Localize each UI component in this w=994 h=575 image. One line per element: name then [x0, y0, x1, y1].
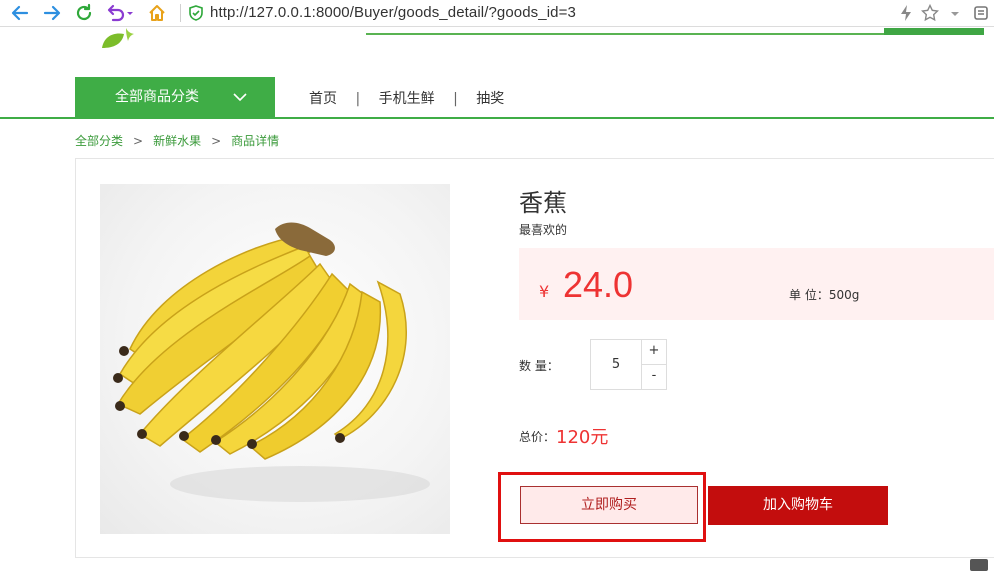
menu-icon[interactable] — [972, 4, 990, 22]
quantity-decrease-button[interactable]: - — [641, 364, 667, 390]
nav-fresh[interactable]: 手机生鲜 — [379, 88, 435, 108]
quantity-input[interactable]: 5 — [590, 339, 642, 390]
scroll-to-top-icon[interactable] — [968, 556, 990, 571]
breadcrumb-product-detail[interactable]: 商品详情 — [231, 134, 279, 148]
breadcrumb-arrow: > — [211, 134, 222, 148]
quantity-increase-button[interactable]: + — [641, 339, 667, 365]
quantity-label: 数 量： — [519, 359, 559, 373]
price-box: ¥ 24.0 单 位：500g — [519, 248, 994, 320]
nav-separator: | — [355, 91, 361, 107]
add-to-cart-button[interactable]: 加入购物车 — [708, 486, 888, 525]
product-image — [100, 184, 450, 534]
nav-lottery[interactable]: 抽奖 — [476, 88, 504, 108]
header-divider — [0, 117, 994, 119]
home-icon[interactable] — [147, 3, 167, 23]
undo-icon[interactable] — [105, 3, 135, 23]
secure-shield-icon — [188, 5, 204, 21]
nav-home[interactable]: 首页 — [309, 88, 337, 108]
total-price-value: 120元 — [556, 427, 609, 448]
currency-symbol: ¥ — [539, 282, 550, 301]
forward-arrow-icon[interactable] — [42, 3, 62, 23]
address-bar-url[interactable]: http://127.0.0.1:8000/Buyer/goods_detail… — [210, 4, 576, 21]
star-icon[interactable] — [921, 4, 939, 22]
chevron-down-icon[interactable] — [946, 4, 964, 22]
product-price: 24.0 — [563, 264, 634, 305]
breadcrumb-fresh-fruit[interactable]: 新鲜水果 — [153, 134, 201, 148]
total-price-label: 总价： — [519, 430, 556, 444]
back-arrow-icon[interactable] — [10, 3, 30, 23]
product-unit: 单 位：500g — [789, 288, 860, 302]
search-box-underline — [366, 33, 884, 35]
product-title: 香蕉 — [519, 189, 567, 217]
search-button[interactable] — [884, 28, 984, 35]
browser-toolbar: http://127.0.0.1:8000/Buyer/goods_detail… — [0, 0, 994, 27]
all-categories-button[interactable]: 全部商品分类 — [75, 77, 275, 117]
product-description: 最喜欢的 — [519, 223, 568, 237]
all-categories-label: 全部商品分类 — [115, 89, 199, 105]
lightning-icon[interactable] — [897, 4, 915, 22]
category-chevron-icon — [232, 89, 248, 105]
nav-separator: | — [453, 91, 458, 107]
breadcrumb: 全部分类 > 新鲜水果 > 商品详情 — [75, 132, 279, 149]
address-bar-divider — [180, 4, 181, 22]
breadcrumb-all-categories[interactable]: 全部分类 — [75, 134, 123, 148]
reload-icon[interactable] — [74, 3, 94, 23]
main-nav: 首页 | 手机生鲜 | 抽奖 — [309, 88, 504, 108]
breadcrumb-arrow: > — [133, 134, 144, 148]
logo-leaf-icon[interactable] — [100, 28, 134, 50]
buy-now-button[interactable]: 立即购买 — [520, 486, 698, 524]
